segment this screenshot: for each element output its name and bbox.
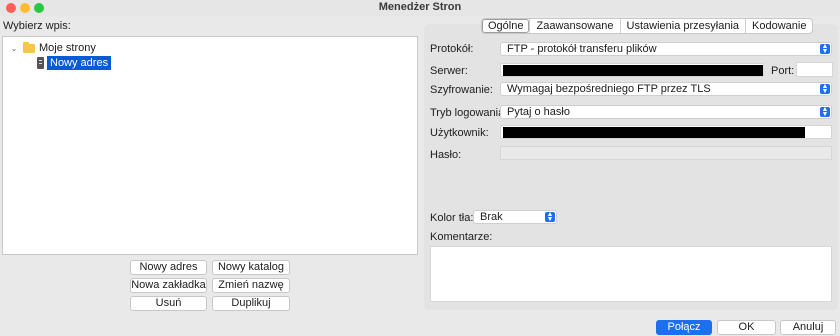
comments-textarea[interactable] [430, 246, 832, 302]
server-icon [37, 57, 44, 69]
port-input[interactable] [796, 62, 833, 77]
new-bookmark-button[interactable]: Nowa zakładka [130, 278, 207, 293]
folder-icon [23, 41, 35, 53]
encryption-value: Wymagaj bezpośredniego FTP przez TLS [507, 83, 711, 95]
site-tree[interactable]: ⌄ Moje strony Nowy adres [2, 36, 418, 255]
user-input[interactable] [500, 125, 832, 139]
tab-general[interactable]: Ogólne [482, 19, 530, 33]
logon-type-value: Pytaj o hasło [507, 106, 570, 118]
entry-label: Nowy adres [47, 56, 112, 70]
protocol-value: FTP - protokół transferu plików [507, 43, 657, 55]
redacted-server [503, 65, 763, 76]
protocol-label: Protokół: [430, 43, 474, 55]
connect-button[interactable]: Połącz [656, 320, 712, 335]
rename-button[interactable]: Zmień nazwę [212, 278, 290, 293]
protocol-select[interactable]: FTP - protokół transferu plików ▲ ▼ [500, 42, 832, 56]
updown-arrows-icon: ▲ ▼ [820, 83, 830, 95]
logon-type-label: Tryb logowania: [430, 107, 508, 119]
port-label: Port: [771, 65, 795, 77]
encryption-select[interactable]: Wymagaj bezpośredniego FTP przez TLS ▲ ▼ [500, 82, 832, 96]
tab-bar: Ogólne Zaawansowane Ustawienia przesyłan… [481, 18, 814, 34]
server-input[interactable] [500, 63, 764, 77]
tree-folder-row[interactable]: ⌄ Moje strony [9, 40, 96, 56]
cancel-button[interactable]: Anuluj [780, 320, 836, 335]
window-title: Menedżer Stron [378, 1, 462, 13]
folder-label: Moje strony [39, 42, 96, 54]
tab-charset[interactable]: Kodowanie [745, 19, 812, 33]
title-bar: Menedżer Stron [0, 0, 840, 16]
logon-type-select[interactable]: Pytaj o hasło ▲ ▼ [500, 105, 832, 119]
chevron-down-icon[interactable]: ⌄ [9, 44, 19, 53]
tab-transfer-settings[interactable]: Ustawienia przesyłania [619, 19, 746, 33]
bg-color-value: Brak [480, 211, 503, 223]
tree-label: Wybierz wpis: [3, 20, 71, 32]
comments-label: Komentarze: [430, 231, 493, 243]
tree-entry-row[interactable]: Nowy adres [37, 55, 112, 71]
updown-arrows-icon: ▲ ▼ [820, 43, 830, 55]
bg-color-select[interactable]: Brak ▲ ▼ [473, 210, 557, 224]
updown-arrows-icon: ▲ ▼ [545, 211, 555, 223]
encryption-label: Szyfrowanie: [430, 84, 493, 96]
redacted-user [503, 127, 805, 138]
tab-advanced[interactable]: Zaawansowane [529, 19, 619, 33]
delete-button[interactable]: Usuń [130, 296, 207, 311]
password-label: Hasło: [430, 149, 462, 161]
user-label: Użytkownik: [430, 127, 489, 139]
new-site-button[interactable]: Nowy adres [130, 260, 207, 275]
server-label: Serwer: [430, 65, 468, 77]
ok-button[interactable]: OK [717, 320, 776, 335]
bg-color-label: Kolor tła: [430, 212, 474, 224]
password-input[interactable] [500, 146, 832, 160]
duplicate-button[interactable]: Duplikuj [212, 296, 290, 311]
new-folder-button[interactable]: Nowy katalog [212, 260, 290, 275]
updown-arrows-icon: ▲ ▼ [820, 106, 830, 118]
